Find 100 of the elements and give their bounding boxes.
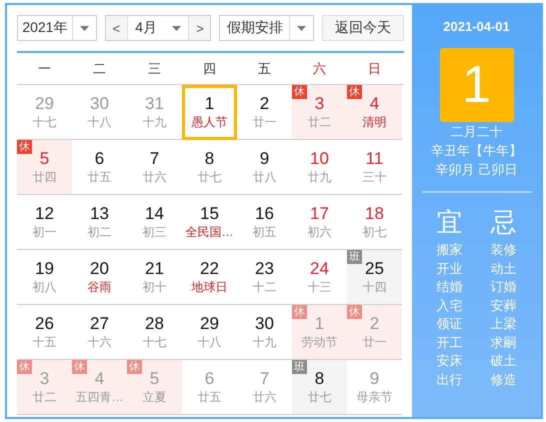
- weekday-label: 四: [202, 60, 217, 78]
- day-number: 16: [255, 204, 274, 224]
- lunar-date: 廿六: [252, 390, 276, 405]
- almanac-item: 安葬: [490, 296, 516, 314]
- almanac-heading: 宜: [436, 207, 462, 237]
- holiday-badge: 休: [72, 360, 87, 374]
- lunar-date: 初三: [142, 225, 166, 240]
- almanac-item: 安床: [436, 352, 462, 370]
- lunar-date: 廿二: [308, 115, 332, 130]
- lunar-info: 辛卯月 己卯日: [436, 161, 518, 179]
- previous-month-button[interactable]: <: [106, 16, 128, 40]
- holiday-badge: 休: [127, 360, 142, 374]
- lunar-date: 廿一: [252, 115, 276, 130]
- holiday-badge: 休: [347, 305, 362, 319]
- lunar-date: 初五: [252, 225, 276, 240]
- holiday-select[interactable]: 假期安排: [219, 15, 314, 41]
- caret-icon: [80, 26, 89, 30]
- day-number: 30: [255, 314, 274, 334]
- holiday-badge: 休: [292, 305, 307, 319]
- lunar-date: 廿九: [308, 170, 332, 185]
- day-number: 12: [35, 204, 54, 224]
- holiday-badge: 休: [292, 85, 307, 99]
- lunar-date: 十九: [252, 335, 276, 350]
- day-number: 26: [35, 314, 54, 334]
- holiday-badge: 休: [347, 85, 362, 99]
- back-to-today-button[interactable]: 返回今天: [322, 15, 404, 41]
- lunar-date: 立夏: [142, 390, 166, 405]
- caret-icon: [172, 26, 181, 30]
- lunar-date: 十二: [252, 280, 276, 295]
- day-number: 31: [145, 94, 164, 114]
- day-number: 1: [204, 94, 214, 114]
- lunar-info: 二月二十: [450, 123, 502, 141]
- day-number: 25: [365, 259, 384, 279]
- almanac-item: 搬家: [436, 241, 462, 259]
- day-cell[interactable]: 班 8 廿七: [292, 360, 347, 415]
- almanac-item: 上梁: [490, 315, 516, 333]
- almanac-item: 开业: [436, 260, 462, 278]
- day-number: 6: [204, 369, 214, 389]
- day-number: 3: [40, 369, 50, 389]
- next-month-button[interactable]: >: [188, 16, 210, 40]
- holiday-badge: 班: [292, 360, 307, 374]
- almanac-item: 入宅: [436, 296, 462, 314]
- weekday-label: 三: [147, 60, 162, 78]
- selected-date: 2021-04-01: [443, 19, 510, 34]
- day-number: 8: [314, 369, 324, 389]
- day-number: 23: [255, 259, 274, 279]
- day-number: 10: [310, 149, 329, 169]
- day-cell[interactable]: 1 愚人节: [182, 85, 237, 140]
- lunar-date: 廿一: [362, 335, 386, 350]
- day-cell[interactable]: 休 3 廿二: [292, 85, 347, 140]
- day-number: 11: [366, 149, 384, 169]
- lunar-date: 三十: [362, 170, 386, 185]
- lunar-date: 五四青…: [76, 390, 124, 405]
- day-number: 20: [90, 259, 109, 279]
- lunar-date: 廿四: [32, 170, 56, 185]
- day-number: 9: [260, 149, 270, 169]
- day-number: 7: [150, 149, 160, 169]
- lunar-date: 廿八: [252, 170, 276, 185]
- almanac-item: 求嗣: [490, 334, 516, 352]
- day-cell[interactable]: 休 5 廿四: [17, 140, 72, 195]
- holiday-badge: 班: [347, 250, 362, 264]
- caret-icon: [297, 26, 306, 30]
- almanac-heading: 忌: [490, 207, 516, 237]
- day-number: 9: [370, 369, 380, 389]
- day-number: 22: [200, 259, 219, 279]
- day-number: 2: [260, 94, 270, 114]
- lunar-info: 辛丑年【牛年】: [431, 142, 522, 160]
- day-number: 7: [260, 369, 270, 389]
- lunar-date: 十六: [88, 335, 112, 350]
- year-select[interactable]: 2021年: [17, 15, 97, 41]
- day-cell[interactable]: 班 25 十四: [347, 250, 402, 305]
- holiday-badge: 休: [17, 140, 32, 154]
- lunar-date: 全民国…: [186, 225, 234, 240]
- lunar-date: 初七: [362, 225, 386, 240]
- lunar-date: 十七: [142, 335, 166, 350]
- day-number: 28: [145, 314, 164, 334]
- day-number: 5: [150, 369, 160, 389]
- holiday-badge: 休: [17, 360, 32, 374]
- lunar-date: 十八: [88, 115, 112, 130]
- day-number: 29: [35, 94, 54, 114]
- lunar-date: 母亲节: [356, 390, 392, 405]
- almanac-item: 破土: [490, 352, 516, 370]
- lunar-date: 初八: [32, 280, 56, 295]
- almanac-item: 装修: [490, 241, 516, 259]
- day-number: 14: [145, 204, 164, 224]
- day-number: 27: [90, 314, 109, 334]
- day-number: 6: [94, 149, 104, 169]
- lunar-date: 十九: [142, 115, 166, 130]
- weekday-label: 六: [312, 60, 327, 78]
- lunar-date: 廿六: [142, 170, 166, 185]
- day-cell[interactable]: 休 4 清明: [347, 85, 402, 140]
- almanac-item: 修造: [490, 370, 516, 388]
- weekday-label: 日: [367, 60, 382, 78]
- lunar-date: 十四: [362, 280, 386, 295]
- lunar-date: 十五: [32, 335, 56, 350]
- month-select[interactable]: < 4月 >: [104, 15, 212, 41]
- day-number: 8: [204, 149, 214, 169]
- day-number: 13: [90, 204, 109, 224]
- day-number: 24: [310, 259, 329, 279]
- lunar-date: 十八: [198, 335, 222, 350]
